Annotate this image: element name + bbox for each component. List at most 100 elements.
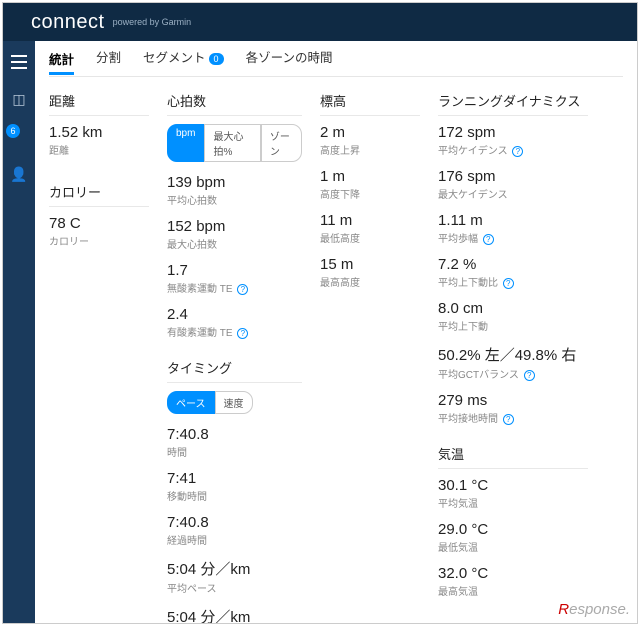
help-icon[interactable]: ? [503, 414, 514, 425]
temp-stat: 30.1 °C平均気温 [438, 477, 588, 510]
stat-label: 最低気温 [438, 539, 588, 554]
elev-stat: 1 m高度下降 [320, 168, 420, 201]
help-icon[interactable]: ? [503, 278, 514, 289]
stat-value: 8.0 cm [438, 300, 588, 317]
dyn-stat: 279 ms平均接地時間 ? [438, 392, 588, 425]
stat-value: 15 m [320, 256, 420, 273]
dyn-stat: 50.2% 左／49.8% 右平均GCTバランス ? [438, 344, 588, 381]
stat-value: 7:40.8 [167, 426, 302, 443]
stat-value: 32.0 °C [438, 565, 588, 582]
stat-label: 平均接地時間 ? [438, 410, 588, 425]
section-temperature: 気温 [438, 444, 588, 469]
dyn-stat: 1.11 m平均歩幅 ? [438, 212, 588, 245]
timing-unit-toggle[interactable]: ペース速度 [167, 391, 302, 414]
notification-badge: 6 [6, 124, 20, 138]
stat-value: 11 m [320, 212, 420, 229]
sidebar: ◫ 6 👤 [3, 41, 35, 623]
stat-value: 30.1 °C [438, 477, 588, 494]
stat-value: 2 m [320, 124, 420, 141]
stat-value: 152 bpm [167, 218, 302, 235]
stat-value: 29.0 °C [438, 521, 588, 538]
dyn-stat: 7.2 %平均上下動比 ? [438, 256, 588, 289]
tabs: 統計 分割 セグメント0 各ゾーンの時間 [49, 47, 623, 77]
app-header: connect powered by Garmin [3, 3, 637, 41]
hr-stat: 1.7無酸素運動 TE ? [167, 262, 302, 295]
stat-label: 有酸素運動 TE ? [167, 324, 302, 339]
tab-zones[interactable]: 各ゾーンの時間 [246, 47, 333, 70]
stat-label: 最高気温 [438, 583, 588, 598]
stat-label: 平均上下動 [438, 318, 588, 333]
timing-stat: 5:04 分／km平均ペース [167, 558, 302, 595]
stat-label: 平均ペース [167, 580, 302, 595]
timing-stat: 7:41移動時間 [167, 470, 302, 503]
stat-label: 経過時間 [167, 532, 302, 547]
stat-value: 5:04 分／km [167, 558, 302, 579]
dyn-stat: 176 spm最大ケイデンス [438, 168, 588, 201]
stat-label: 高度上昇 [320, 142, 420, 157]
section-distance: 距離 [49, 91, 149, 116]
section-timing: タイミング [167, 358, 302, 383]
stat-label: 平均歩幅 ? [438, 230, 588, 245]
temp-stat: 29.0 °C最低気温 [438, 521, 588, 554]
stat-label: 最大心拍数 [167, 236, 302, 251]
stat-value: 1.11 m [438, 212, 588, 229]
segment-count: 0 [209, 53, 224, 65]
stat-value: 1.7 [167, 262, 302, 279]
tab-split[interactable]: 分割 [96, 47, 121, 70]
help-icon[interactable]: ? [237, 328, 248, 339]
inbox-icon[interactable]: ◫ [12, 91, 25, 108]
menu-icon[interactable] [11, 55, 27, 69]
logo-subtitle: powered by Garmin [113, 17, 192, 27]
stat-label: 平均気温 [438, 495, 588, 510]
section-calories: カロリー [49, 182, 149, 207]
timing-stat: 7:40.8時間 [167, 426, 302, 459]
calories-value: 78 C [49, 215, 149, 232]
stat-value: 5:04 分／km [167, 606, 302, 623]
elev-stat: 15 m最高高度 [320, 256, 420, 289]
hr-unit-toggle[interactable]: bpm最大心拍%ゾーン [167, 124, 302, 162]
hr-stat: 139 bpm平均心拍数 [167, 174, 302, 207]
stat-label: 最大ケイデンス [438, 186, 588, 201]
dyn-stat: 8.0 cm平均上下動 [438, 300, 588, 333]
logo: connect [31, 11, 105, 34]
stat-label: 時間 [167, 444, 302, 459]
section-elevation: 標高 [320, 91, 420, 116]
watermark: RResponse.esponse. [558, 601, 630, 618]
stat-label: 最高高度 [320, 274, 420, 289]
stat-label: 平均上下動比 ? [438, 274, 588, 289]
stat-value: 139 bpm [167, 174, 302, 191]
stat-label: 平均ケイデンス ? [438, 142, 588, 157]
help-icon[interactable]: ? [512, 146, 523, 157]
temp-stat: 32.0 °C最高気温 [438, 565, 588, 598]
stat-label: 移動時間 [167, 488, 302, 503]
stat-value: 176 spm [438, 168, 588, 185]
section-dynamics: ランニングダイナミクス [438, 91, 588, 116]
stat-value: 279 ms [438, 392, 588, 409]
stat-label: 平均GCTバランス ? [438, 366, 588, 381]
stat-label: 平均心拍数 [167, 192, 302, 207]
timing-stat: 7:40.8経過時間 [167, 514, 302, 547]
help-icon[interactable]: ? [483, 234, 494, 245]
main-content: 統計 分割 セグメント0 各ゾーンの時間 距離 1.52 km距離 カロリー 7… [35, 41, 637, 623]
stat-label: 最低高度 [320, 230, 420, 245]
help-icon[interactable]: ? [237, 284, 248, 295]
stat-value: 7:40.8 [167, 514, 302, 531]
help-icon[interactable]: ? [524, 370, 535, 381]
stat-value: 7.2 % [438, 256, 588, 273]
user-icon[interactable]: 👤 [10, 166, 27, 183]
tab-segment[interactable]: セグメント0 [143, 47, 224, 70]
tab-stats[interactable]: 統計 [49, 49, 74, 75]
stat-value: 172 spm [438, 124, 588, 141]
distance-value: 1.52 km [49, 124, 149, 141]
calories-label: カロリー [49, 233, 149, 248]
hr-stat: 2.4有酸素運動 TE ? [167, 306, 302, 339]
dyn-stat: 172 spm平均ケイデンス ? [438, 124, 588, 157]
distance-label: 距離 [49, 142, 149, 157]
stat-value: 1 m [320, 168, 420, 185]
elev-stat: 11 m最低高度 [320, 212, 420, 245]
stat-value: 7:41 [167, 470, 302, 487]
hr-stat: 152 bpm最大心拍数 [167, 218, 302, 251]
notification-icon[interactable]: 6 [12, 130, 26, 144]
stat-label: 無酸素運動 TE ? [167, 280, 302, 295]
timing-stat: 5:04 分／km平均移動ペース [167, 606, 302, 623]
